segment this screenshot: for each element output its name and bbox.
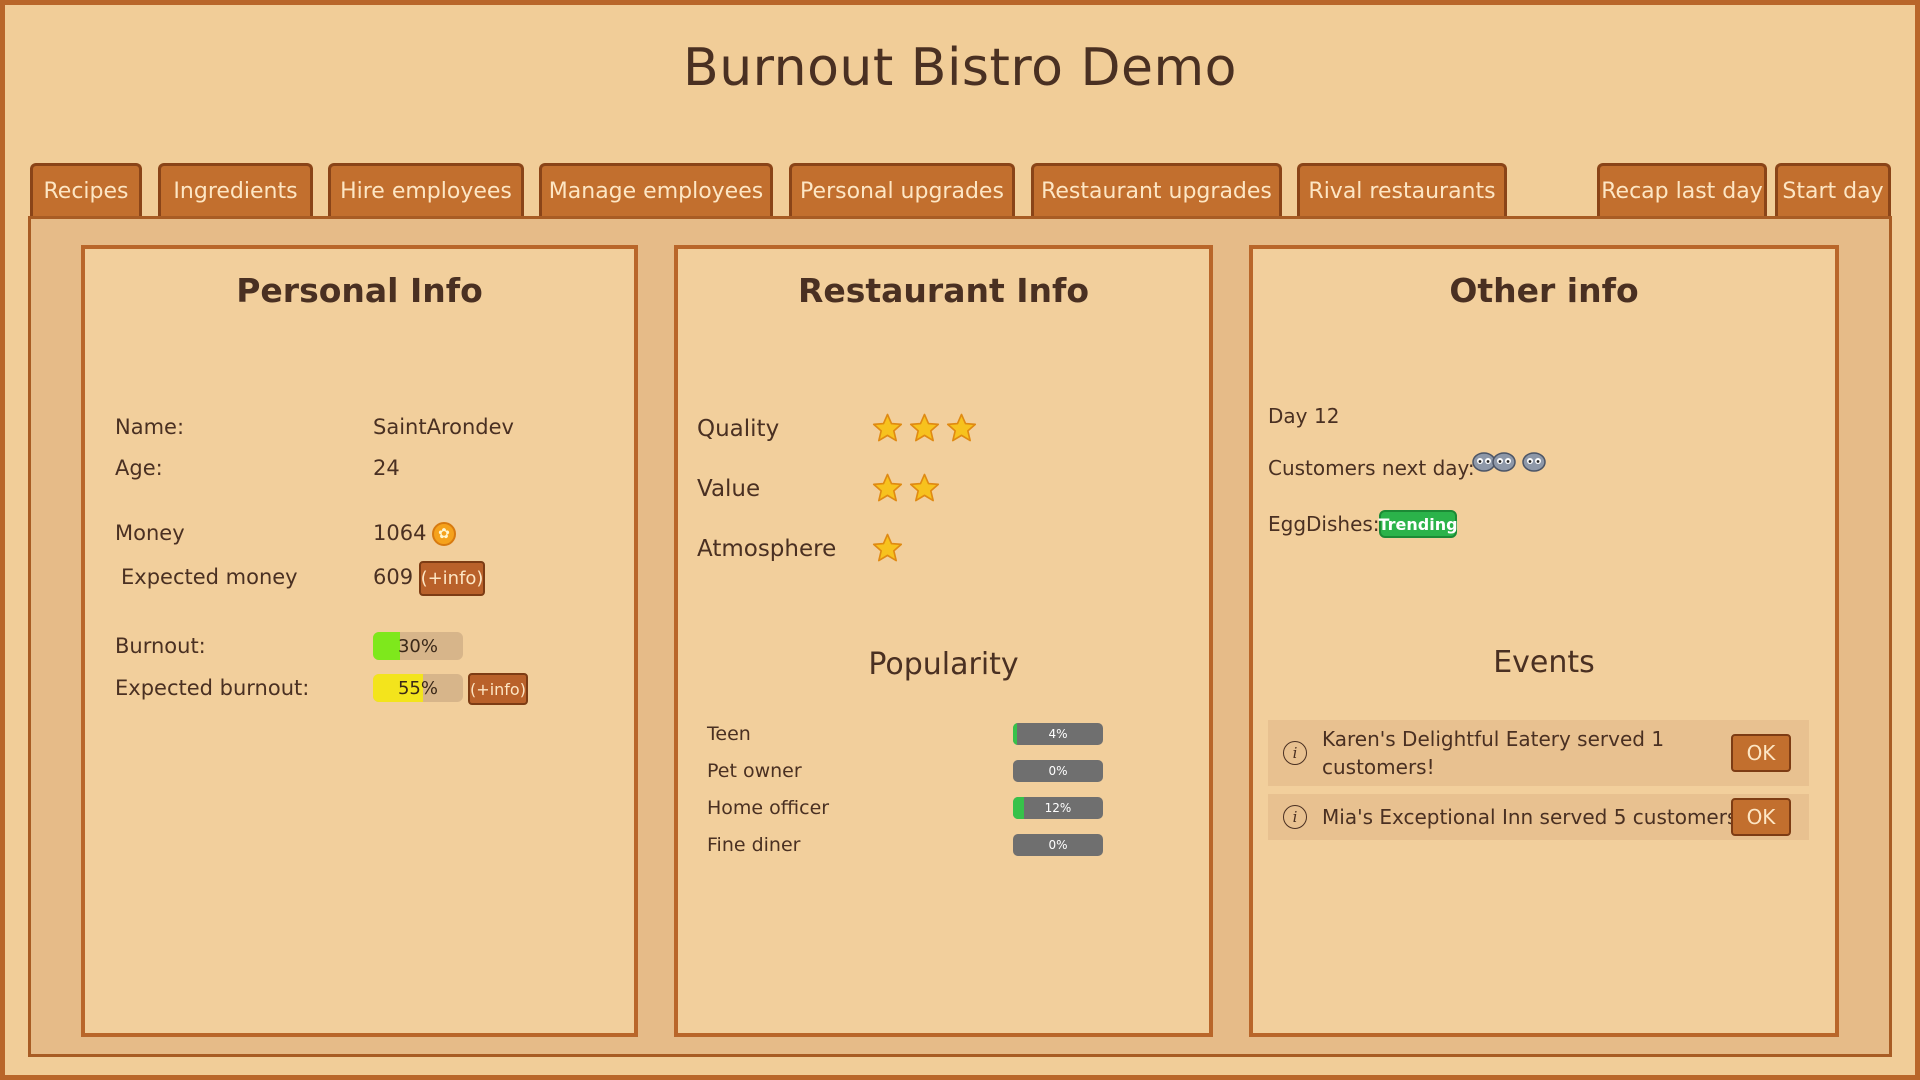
event-ok-button[interactable]: OK: [1731, 734, 1791, 772]
age-label: Age:: [115, 456, 163, 480]
expected-burnout-bar-text: 55%: [397, 677, 438, 699]
recap-last-day-button[interactable]: Recap last day: [1597, 163, 1767, 217]
popularity-title: Popularity: [868, 647, 1019, 682]
event-item: i Karen's Delightful Eatery served 1 cus…: [1268, 720, 1809, 786]
event-text: Karen's Delightful Eatery served 1 custo…: [1322, 725, 1664, 781]
popularity-bar-text: 4%: [1048, 727, 1068, 741]
restaurant-info-panel: Restaurant Info: [674, 245, 1213, 1037]
other-info-panel: Other info: [1249, 245, 1839, 1037]
trending-badge: Trending: [1378, 510, 1458, 538]
star-icon: [872, 413, 903, 442]
money-value: 1064: [373, 521, 427, 545]
money-label: Money: [115, 521, 185, 545]
popularity-bar-pet-owner: 0%: [1013, 760, 1103, 782]
name-label: Name:: [115, 415, 185, 439]
atmosphere-stars: [871, 532, 904, 565]
star-icon: [909, 413, 940, 442]
info-icon: i: [1283, 741, 1307, 765]
tab-rival-restaurants[interactable]: Rival restaurants: [1297, 163, 1507, 217]
customer-icon: [1492, 452, 1516, 472]
customers-next-day-label: Customers next day:: [1268, 456, 1475, 480]
customer-icon: [1522, 452, 1546, 472]
value-stars: [871, 472, 941, 505]
coin-icon: ✿: [432, 522, 456, 546]
day-label: Day: [1268, 404, 1308, 428]
restaurant-info-title: Restaurant Info: [797, 271, 1090, 310]
star-icon: [872, 473, 903, 502]
star-icon: [946, 413, 977, 442]
event-text: Mia's Exceptional Inn served 5 customers…: [1322, 803, 1745, 831]
popularity-label-teen: Teen: [707, 723, 751, 745]
event-text-line: customers!: [1322, 755, 1435, 779]
burnout-bar-text: 30%: [397, 635, 438, 657]
expected-burnout-info-button[interactable]: (+info): [468, 673, 528, 705]
event-ok-button[interactable]: OK: [1731, 798, 1791, 836]
start-day-button[interactable]: Start day: [1775, 163, 1891, 217]
popularity-label-fine-diner: Fine diner: [707, 834, 801, 856]
tab-ingredients[interactable]: Ingredients: [158, 163, 313, 217]
tab-personal-upgrades[interactable]: Personal upgrades: [789, 163, 1015, 217]
burnout-label: Burnout:: [115, 634, 206, 658]
day-value: 12: [1314, 404, 1340, 428]
expected-money-value: 609: [373, 565, 414, 589]
star-icon: [872, 533, 903, 562]
quality-stars: [871, 412, 978, 445]
expected-burnout-bar: 55%: [373, 674, 463, 702]
age-value: 24: [373, 456, 400, 480]
popularity-bar-teen: 4%: [1013, 723, 1103, 745]
personal-info-title: Personal Info: [236, 271, 483, 310]
expected-burnout-label: Expected burnout:: [115, 676, 310, 700]
event-text-line: Mia's Exceptional Inn served 5 customers…: [1322, 805, 1746, 829]
value-label: Value: [697, 476, 761, 502]
tab-hire-employees[interactable]: Hire employees: [328, 163, 524, 217]
expected-money-label: Expected money: [121, 565, 298, 589]
game-title: Burnout Bistro Demo: [683, 38, 1237, 98]
quality-label: Quality: [697, 416, 780, 442]
popularity-bar-home-officer: 12%: [1013, 797, 1103, 819]
trend-label: EggDishes:: [1268, 512, 1380, 536]
tab-restaurant-upgrades[interactable]: Restaurant upgrades: [1031, 163, 1282, 217]
burnout-bar: 30%: [373, 632, 463, 660]
popularity-label-pet-owner: Pet owner: [707, 760, 802, 782]
expected-money-info-button[interactable]: (+info): [419, 561, 485, 596]
popularity-bar-text: 0%: [1048, 838, 1068, 852]
event-item: i Mia's Exceptional Inn served 5 custome…: [1268, 794, 1809, 840]
popularity-bar-text: 0%: [1048, 764, 1068, 778]
other-info-title: Other info: [1449, 271, 1639, 310]
star-icon: [909, 473, 940, 502]
name-value: SaintArondev: [373, 415, 514, 439]
popularity-bar-fine-diner: 0%: [1013, 834, 1103, 856]
tab-recipes[interactable]: Recipes: [30, 163, 142, 217]
popularity-label-home-officer: Home officer: [707, 797, 830, 819]
event-text-line: Karen's Delightful Eatery served 1: [1322, 727, 1665, 751]
atmosphere-label: Atmosphere: [697, 536, 837, 562]
events-title: Events: [1493, 645, 1595, 680]
info-icon: i: [1283, 805, 1307, 829]
popularity-bar-text: 12%: [1044, 801, 1072, 815]
tab-manage-employees[interactable]: Manage employees: [539, 163, 773, 217]
